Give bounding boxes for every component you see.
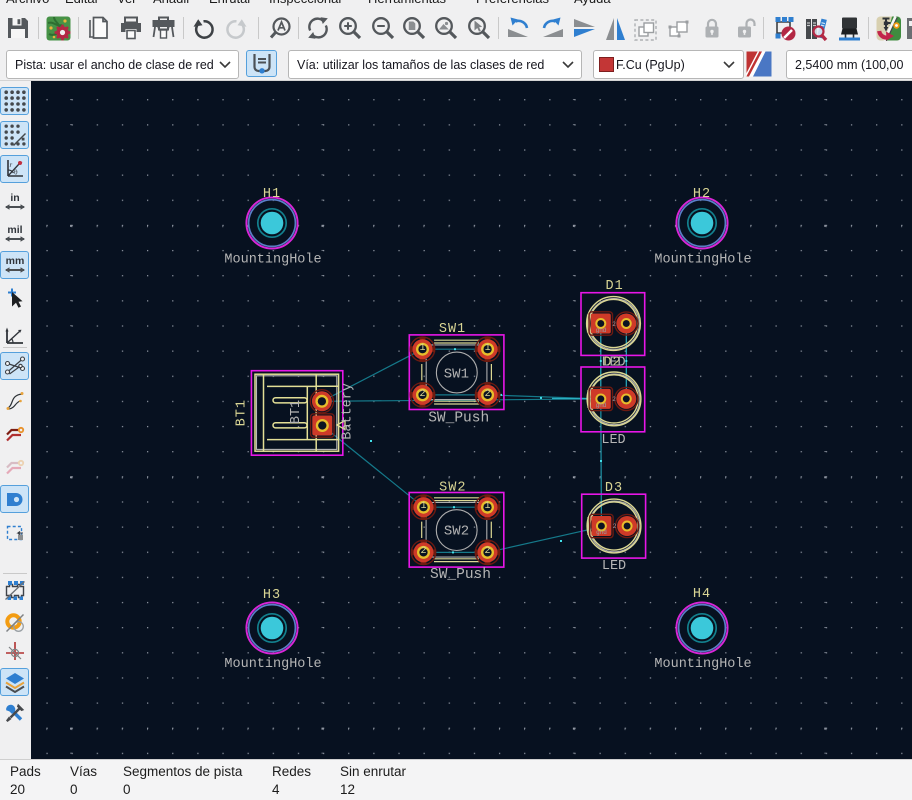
- svg-text:LED: LED: [602, 559, 626, 574]
- svg-text:H2: H2: [693, 187, 711, 202]
- svg-text:1: 1: [420, 501, 426, 512]
- svg-text:2: 2: [485, 389, 491, 400]
- svg-text:BT1: BT1: [234, 399, 249, 426]
- svg-text:MountingHole: MountingHole: [224, 253, 321, 268]
- svg-text:in: in: [10, 192, 19, 204]
- svg-text:1: 1: [419, 343, 425, 354]
- svg-text:H3: H3: [263, 588, 281, 603]
- svg-text:SW2: SW2: [439, 481, 466, 496]
- svg-text:2: 2: [420, 546, 426, 557]
- svg-text:Battery: Battery: [340, 383, 355, 440]
- svg-text:MountingHole: MountingHole: [224, 657, 321, 672]
- svg-text:SW1: SW1: [439, 322, 466, 337]
- svg-text:1: 1: [485, 343, 491, 354]
- svg-text:2: 2: [484, 546, 490, 557]
- svg-text:D1: D1: [605, 279, 623, 294]
- svg-text:SW2: SW2: [444, 524, 469, 540]
- svg-text:H4: H4: [693, 587, 711, 602]
- svg-text:D3: D3: [605, 481, 623, 496]
- svg-text:SW_Push: SW_Push: [428, 411, 489, 427]
- svg-text:2: 2: [419, 389, 425, 400]
- svg-text:H1: H1: [263, 187, 281, 202]
- svg-text:LED: LED: [601, 433, 625, 448]
- svg-text:gnd: gnd: [596, 327, 607, 334]
- svg-text:mm: mm: [5, 255, 24, 267]
- svg-text:2: 2: [613, 523, 617, 530]
- svg-text:1: 1: [484, 501, 490, 512]
- svg-text:gnd: gnd: [596, 529, 607, 536]
- svg-text:MountingHole: MountingHole: [654, 253, 751, 268]
- svg-text:θ: θ: [14, 168, 18, 177]
- svg-text:r: r: [9, 161, 12, 169]
- svg-text:SW1: SW1: [444, 367, 469, 383]
- svg-text:MountingHole: MountingHole: [654, 657, 751, 672]
- svg-text:SW_Push: SW_Push: [430, 567, 491, 583]
- svg-text:mil: mil: [7, 224, 22, 236]
- svg-text:BT1: BT1: [289, 400, 304, 424]
- svg-text:2: 2: [612, 396, 616, 403]
- svg-text:2: 2: [612, 321, 616, 328]
- svg-text:gnd: gnd: [596, 402, 607, 409]
- svg-text:LED: LED: [601, 356, 625, 371]
